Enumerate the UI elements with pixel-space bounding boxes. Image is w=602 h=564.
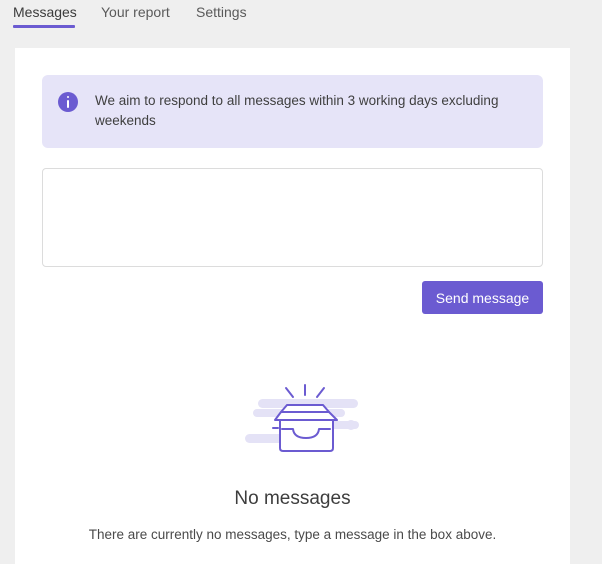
empty-inbox-icon <box>245 384 359 452</box>
info-banner: We aim to respond to all messages within… <box>42 75 543 148</box>
active-tab-indicator <box>13 25 75 28</box>
empty-state-subtitle: There are currently no messages, type a … <box>88 527 497 542</box>
empty-state-title: No messages <box>234 488 351 509</box>
tab-bar: Messages Your report Settings <box>0 0 602 30</box>
messages-panel: We aim to respond to all messages within… <box>15 48 570 564</box>
message-input[interactable] <box>42 168 543 267</box>
send-message-button[interactable]: Send message <box>422 281 543 314</box>
info-icon <box>58 92 78 112</box>
tab-your-report[interactable]: Your report <box>101 4 170 20</box>
info-banner-text: We aim to respond to all messages within… <box>95 93 499 128</box>
tab-messages[interactable]: Messages <box>13 4 77 20</box>
tab-settings[interactable]: Settings <box>196 4 247 20</box>
